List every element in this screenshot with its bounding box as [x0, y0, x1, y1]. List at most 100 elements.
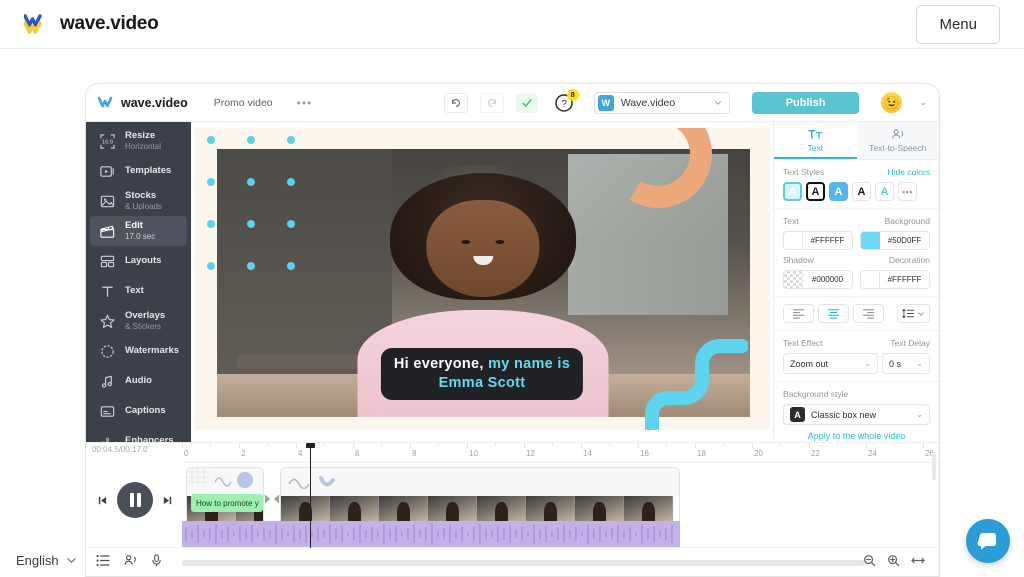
redo-button[interactable] — [479, 92, 504, 113]
line-spacing-button[interactable] — [897, 304, 930, 323]
project-more-button[interactable]: ••• — [297, 96, 313, 110]
account-chevron-down-icon[interactable]: ⌄ — [919, 97, 927, 108]
sidebar-item-resize[interactable]: 16:9 Resize Horizontal — [90, 126, 187, 156]
current-time: 00:04.5 — [92, 445, 119, 454]
caption-text-plain: Hi everyone, — [393, 355, 484, 372]
sidebar-sub: & Uploads — [125, 201, 162, 211]
blue-wave-decoration[interactable] — [638, 336, 748, 430]
sidebar-label: Overlays — [125, 309, 166, 321]
editor-logo[interactable]: wave.video — [98, 96, 188, 110]
pause-button[interactable] — [117, 482, 153, 518]
shadow-color-field[interactable]: #000000 — [783, 270, 853, 289]
background-color-value: #50D0FF — [887, 236, 922, 245]
clip-trim-handles[interactable] — [264, 493, 280, 505]
timeline-scrollbar[interactable] — [182, 560, 865, 566]
publish-button[interactable]: Publish — [751, 91, 860, 114]
decoration-color-value: #FFFFFF — [887, 275, 922, 284]
layers-icon[interactable] — [96, 554, 110, 567]
help-button[interactable]: ? 8 — [554, 88, 579, 113]
editor-scroll-indicator[interactable] — [932, 452, 936, 480]
timeline-tracks: How to promote y — [182, 463, 939, 547]
sidebar-item-stocks[interactable]: Stocks & Uploads — [90, 186, 187, 216]
layouts-icon — [99, 253, 116, 270]
caption-overlay[interactable]: Hi everyone, my name is Emma Scott — [382, 349, 582, 398]
chevron-down-icon: ⌄ — [864, 359, 871, 368]
stocks-icon — [99, 193, 116, 210]
skip-next-icon[interactable] — [162, 495, 173, 506]
editor-sidebar: 16:9 Resize Horizontal Templates Stocks … — [86, 122, 191, 447]
clip-title-label[interactable]: How to promote y — [191, 494, 263, 512]
total-time: /00:17.0 — [118, 445, 148, 454]
sidebar-item-watermarks[interactable]: Watermarks — [90, 336, 187, 366]
timeline-ruler[interactable]: 0 2 4 6 8 10 12 14 16 18 20 22 24 26 — [182, 443, 939, 463]
text-styles-label: Text Styles — [783, 167, 825, 177]
style-swatch[interactable]: A — [783, 182, 802, 201]
style-swatch[interactable]: A — [806, 182, 825, 201]
text-effect-select[interactable]: Zoom out ⌄ — [783, 353, 878, 374]
avatar[interactable]: 😉 — [881, 92, 903, 113]
text-tt-icon — [808, 128, 823, 141]
timeline-clip[interactable]: How to promote y — [186, 467, 264, 529]
watermark-icon — [99, 343, 116, 360]
person-eye-left — [461, 239, 471, 244]
sidebar-item-templates[interactable]: Templates — [90, 156, 187, 186]
sidebar-item-overlays[interactable]: Overlays & Stickers — [90, 306, 187, 336]
background-color-label: Background — [884, 216, 930, 226]
dot-grid-decoration[interactable] — [206, 136, 303, 270]
decoration-color-field[interactable]: #FFFFFF — [860, 270, 930, 289]
background-color-field[interactable]: #50D0FF — [860, 231, 930, 250]
playhead[interactable] — [306, 443, 315, 548]
fit-width-icon[interactable] — [911, 554, 925, 567]
project-name[interactable]: Promo video — [214, 97, 273, 109]
sidebar-item-audio[interactable]: Audio — [90, 366, 187, 396]
style-swatch[interactable]: A — [829, 182, 848, 201]
tab-text[interactable]: Text — [774, 122, 857, 159]
align-right-button[interactable] — [853, 304, 884, 323]
align-left-button[interactable] — [783, 304, 814, 323]
hide-colors-link[interactable]: Hide colors — [887, 167, 930, 177]
sidebar-item-edit[interactable]: Edit 17.0 sec — [90, 216, 187, 246]
timecode-display: 00:04.5/00:17.0 — [92, 445, 148, 454]
playhead-handle[interactable] — [306, 443, 315, 448]
align-center-button[interactable] — [818, 304, 849, 323]
text-to-speech-icon[interactable] — [123, 554, 138, 567]
site-brand-name: wave.video — [60, 13, 159, 34]
text-delay-select[interactable]: 0 s ⌄ — [882, 353, 930, 374]
edit-clapper-icon — [99, 223, 116, 240]
site-brand[interactable]: wave.video — [24, 13, 159, 35]
style-swatch-more[interactable]: ••• — [898, 182, 917, 201]
sidebar-label: Text — [125, 284, 144, 296]
text-color-label: Text — [783, 216, 799, 226]
shadow-color-chip — [784, 271, 803, 288]
language-selector[interactable]: English — [8, 550, 85, 571]
tab-text-to-speech[interactable]: Text-to-Speech — [856, 122, 939, 159]
video-canvas[interactable]: Hi everyone, my name is Emma Scott — [194, 128, 770, 430]
text-effect-label: Text Effect — [783, 338, 823, 348]
microphone-icon[interactable] — [151, 554, 162, 567]
text-color-field[interactable]: #FFFFFF — [783, 231, 853, 250]
decoration-label: Decoration — [888, 255, 930, 265]
undo-button[interactable] — [443, 92, 468, 113]
chat-bubble-button[interactable] — [966, 519, 1010, 563]
timeline-clip[interactable] — [280, 467, 680, 529]
audio-waveform-track[interactable] — [182, 521, 680, 547]
sidebar-item-layouts[interactable]: Layouts — [90, 246, 187, 276]
skip-previous-icon[interactable] — [97, 495, 108, 506]
sidebar-item-text[interactable]: Text — [90, 276, 187, 306]
apply-to-whole-video-link[interactable]: Apply to the whole video — [783, 425, 930, 443]
chevron-down-icon: ⌄ — [916, 359, 923, 368]
tab-tts-label: Text-to-Speech — [869, 143, 927, 153]
help-badge: 8 — [566, 88, 579, 101]
text-icon — [99, 283, 116, 300]
timeline: 00:04.5/00:17.0 0 2 4 6 8 10 12 14 16 18… — [86, 442, 939, 576]
wave-video-logo-icon — [24, 14, 50, 34]
brand-kit-selector[interactable]: W Wave.video — [593, 91, 730, 114]
background-color-chip — [861, 232, 880, 249]
menu-button[interactable]: Menu — [916, 4, 1000, 44]
background-style-select[interactable]: A Classic box new ⌄ — [783, 404, 930, 425]
sidebar-item-captions[interactable]: Captions — [90, 396, 187, 426]
style-swatch[interactable]: A — [875, 182, 894, 201]
style-swatch[interactable]: A — [852, 182, 871, 201]
zoom-in-icon[interactable] — [887, 554, 900, 567]
zoom-out-icon[interactable] — [863, 554, 876, 567]
